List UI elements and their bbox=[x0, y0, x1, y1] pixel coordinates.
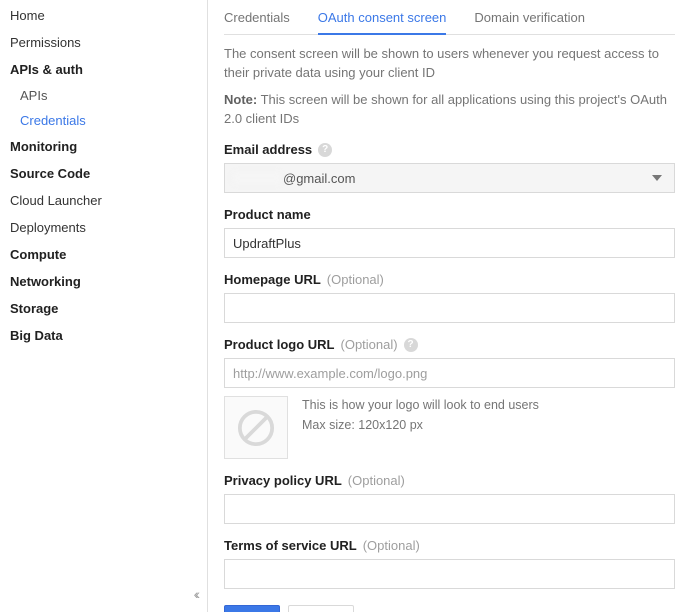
sidebar-collapse-icon[interactable]: ‹‹ bbox=[194, 586, 197, 602]
note-label: Note: bbox=[224, 92, 257, 107]
email-group: Email address ? @gmail.com bbox=[224, 142, 675, 193]
action-bar: Save Cancel bbox=[224, 605, 675, 612]
tabs: Credentials OAuth consent screen Domain … bbox=[224, 4, 675, 35]
product-name-group: Product name bbox=[224, 207, 675, 258]
email-select[interactable]: @gmail.com bbox=[224, 163, 675, 193]
sidebar-item-deployments[interactable]: Deployments bbox=[10, 214, 207, 241]
main-content: Credentials OAuth consent screen Domain … bbox=[208, 0, 689, 612]
homepage-url-input[interactable] bbox=[224, 293, 675, 323]
tos-url-group: Terms of service URL (Optional) bbox=[224, 538, 675, 589]
cancel-button[interactable]: Cancel bbox=[288, 605, 354, 612]
sidebar-subitem-apis[interactable]: APIs bbox=[10, 83, 207, 108]
tab-credentials[interactable]: Credentials bbox=[224, 4, 290, 34]
logo-info: This is how your logo will look to end u… bbox=[302, 396, 539, 435]
chevron-down-icon bbox=[648, 175, 666, 181]
consent-description: The consent screen will be shown to user… bbox=[224, 45, 675, 83]
sidebar-subitem-credentials[interactable]: Credentials bbox=[10, 108, 207, 133]
homepage-url-group: Homepage URL (Optional) bbox=[224, 272, 675, 323]
sidebar-item-source-code[interactable]: Source Code bbox=[10, 160, 207, 187]
sidebar-item-compute[interactable]: Compute bbox=[10, 241, 207, 268]
product-logo-group: Product logo URL (Optional) ? This is ho… bbox=[224, 337, 675, 459]
sidebar-item-storage[interactable]: Storage bbox=[10, 295, 207, 322]
homepage-url-label: Homepage URL bbox=[224, 272, 321, 287]
save-button[interactable]: Save bbox=[224, 605, 280, 612]
tab-domain-verification[interactable]: Domain verification bbox=[474, 4, 585, 34]
sidebar-item-networking[interactable]: Networking bbox=[10, 268, 207, 295]
sidebar-item-monitoring[interactable]: Monitoring bbox=[10, 133, 207, 160]
optional-text: (Optional) bbox=[341, 337, 398, 352]
help-icon[interactable]: ? bbox=[318, 143, 332, 157]
sidebar-item-apis-auth[interactable]: APIs & auth bbox=[10, 56, 207, 83]
product-name-input[interactable] bbox=[224, 228, 675, 258]
logo-info-line2: Max size: 120x120 px bbox=[302, 416, 539, 435]
product-logo-label: Product logo URL bbox=[224, 337, 335, 352]
optional-text: (Optional) bbox=[363, 538, 420, 553]
email-label: Email address bbox=[224, 142, 312, 157]
help-icon[interactable]: ? bbox=[404, 338, 418, 352]
sidebar-item-permissions[interactable]: Permissions bbox=[10, 29, 207, 56]
redacted-email-prefix bbox=[233, 172, 281, 184]
consent-note: Note: This screen will be shown for all … bbox=[224, 91, 675, 129]
sidebar: Home Permissions APIs & auth APIs Creden… bbox=[0, 0, 208, 612]
logo-info-line1: This is how your logo will look to end u… bbox=[302, 396, 539, 415]
tab-oauth-consent[interactable]: OAuth consent screen bbox=[318, 4, 447, 35]
optional-text: (Optional) bbox=[348, 473, 405, 488]
optional-text: (Optional) bbox=[327, 272, 384, 287]
product-logo-input[interactable] bbox=[224, 358, 675, 388]
privacy-url-group: Privacy policy URL (Optional) bbox=[224, 473, 675, 524]
privacy-url-input[interactable] bbox=[224, 494, 675, 524]
logo-preview-placeholder bbox=[224, 396, 288, 459]
privacy-url-label: Privacy policy URL bbox=[224, 473, 342, 488]
tos-url-label: Terms of service URL bbox=[224, 538, 357, 553]
product-name-label: Product name bbox=[224, 207, 311, 222]
sidebar-item-cloud-launcher[interactable]: Cloud Launcher bbox=[10, 187, 207, 214]
tos-url-input[interactable] bbox=[224, 559, 675, 589]
note-text: This screen will be shown for all applic… bbox=[224, 92, 667, 126]
sidebar-item-home[interactable]: Home bbox=[10, 2, 207, 29]
no-image-icon bbox=[237, 409, 275, 447]
sidebar-item-big-data[interactable]: Big Data bbox=[10, 322, 207, 349]
email-value: @gmail.com bbox=[233, 171, 355, 186]
